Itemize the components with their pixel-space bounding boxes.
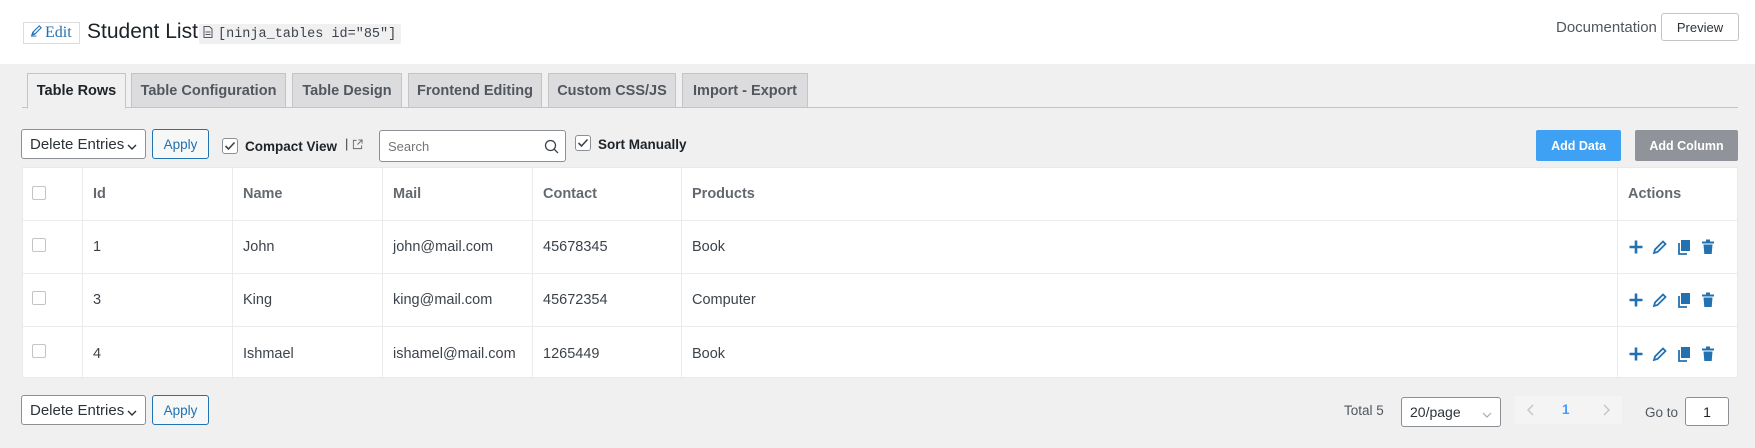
cell-contact: 45678345: [533, 221, 682, 273]
total-count: Total 5: [1344, 403, 1384, 418]
row-actions: [1628, 221, 1716, 273]
chevron-right-icon[interactable]: [1600, 403, 1612, 417]
row-checkbox[interactable]: [32, 344, 46, 358]
add-column-button[interactable]: Add Column: [1635, 130, 1738, 161]
page-size-select[interactable]: 20/page: [1401, 397, 1501, 427]
table-row: 4 Ishmael ishamel@mail.com 1265449 Book: [23, 327, 1737, 380]
footer-apply-button[interactable]: Apply: [152, 395, 209, 425]
copy-icon[interactable]: [1676, 292, 1692, 308]
tab-table-configuration[interactable]: Table Configuration: [131, 73, 286, 108]
cell-id: 3: [83, 274, 233, 326]
cell-contact: 1265449: [533, 327, 682, 380]
column-header-id[interactable]: Id: [83, 168, 233, 220]
copy-icon[interactable]: [1676, 346, 1692, 362]
search-placeholder: Search: [388, 138, 430, 154]
bulk-action-value: Delete Entries: [30, 135, 125, 153]
cell-name: Ishmael: [233, 327, 383, 380]
row-select-cell: [23, 221, 83, 273]
cell-products: Book: [682, 221, 1618, 273]
edit-label: Edit: [45, 24, 72, 41]
shortcode-text: [ninja_tables id="85"]: [218, 26, 397, 42]
table-header-row: Id Name Mail Contact Products Actions: [23, 168, 1737, 221]
cell-id: 4: [83, 327, 233, 380]
page-size-value: 20/page: [1410, 404, 1461, 420]
cell-mail: ishamel@mail.com: [383, 327, 533, 380]
cell-name: John: [233, 221, 383, 273]
sort-manually-label: Sort Manually: [598, 137, 687, 152]
document-icon: [203, 25, 213, 43]
cell-contact: 45672354: [533, 274, 682, 326]
trash-icon[interactable]: [1700, 292, 1716, 308]
plus-icon[interactable]: [1628, 239, 1644, 255]
tab-frontend-editing[interactable]: Frontend Editing: [408, 73, 542, 108]
select-all-checkbox[interactable]: [32, 186, 46, 200]
current-page[interactable]: 1: [1562, 402, 1570, 417]
pencil-icon[interactable]: [1652, 346, 1668, 362]
sort-manually-checkbox[interactable]: [575, 135, 591, 151]
tab-table-rows[interactable]: Table Rows: [27, 73, 126, 109]
chevron-left-icon[interactable]: [1525, 403, 1537, 417]
row-checkbox[interactable]: [32, 238, 46, 252]
pagination: 1: [1515, 396, 1622, 424]
pencil-icon[interactable]: [1652, 239, 1668, 255]
column-header-contact[interactable]: Contact: [533, 168, 682, 220]
row-select-cell: [23, 274, 83, 326]
cell-products: Book: [682, 327, 1618, 380]
column-header-mail[interactable]: Mail: [383, 168, 533, 220]
table-row: 1 John john@mail.com 45678345 Book: [23, 221, 1737, 274]
cell-mail: king@mail.com: [383, 274, 533, 326]
footer-bulk-action-value: Delete Entries: [30, 401, 125, 419]
row-actions: [1628, 274, 1716, 326]
documentation-link[interactable]: Documentation: [1556, 19, 1657, 36]
external-link-icon[interactable]: [352, 137, 363, 155]
chevron-down-icon: [127, 405, 137, 416]
row-checkbox[interactable]: [32, 291, 46, 305]
goto-label: Go to: [1645, 405, 1679, 420]
edit-title-button[interactable]: Edit: [23, 22, 80, 44]
select-all-cell: [23, 168, 83, 220]
bulk-action-select[interactable]: Delete Entries: [21, 129, 146, 159]
preview-button[interactable]: Preview: [1661, 13, 1739, 41]
table-row: 3 King king@mail.com 45672354 Computer: [23, 274, 1737, 327]
search-input[interactable]: Search: [379, 130, 566, 162]
tab-table-design[interactable]: Table Design: [292, 73, 402, 108]
copy-icon[interactable]: [1676, 239, 1692, 255]
compact-view-checkbox[interactable]: [222, 138, 238, 154]
column-header-name[interactable]: Name: [233, 168, 383, 220]
add-data-button[interactable]: Add Data: [1536, 130, 1621, 161]
shortcode-badge[interactable]: [ninja_tables id="85"]: [199, 24, 402, 44]
plus-icon[interactable]: [1628, 346, 1644, 362]
tab-custom-css-js[interactable]: Custom CSS/JS: [548, 73, 676, 108]
footer-bulk-action-select[interactable]: Delete Entries: [21, 395, 146, 425]
plus-icon[interactable]: [1628, 292, 1644, 308]
cell-products: Computer: [682, 274, 1618, 326]
pencil-icon: [30, 23, 43, 43]
trash-icon[interactable]: [1700, 239, 1716, 255]
page-title: Student List: [87, 20, 198, 43]
goto-page-input[interactable]: 1: [1685, 397, 1729, 426]
chevron-down-icon: [1482, 407, 1492, 418]
chevron-down-icon: [127, 139, 137, 150]
page-header: Edit Student List [ninja_tables id="85"]…: [0, 0, 1755, 64]
pencil-icon[interactable]: [1652, 292, 1668, 308]
compact-view-separator: |: [345, 136, 349, 151]
cell-mail: john@mail.com: [383, 221, 533, 273]
row-actions: [1628, 327, 1716, 380]
row-select-cell: [23, 327, 83, 380]
column-header-actions: Actions: [1628, 186, 1682, 202]
cell-name: King: [233, 274, 383, 326]
column-header-products[interactable]: Products: [682, 168, 1618, 220]
compact-view-label: Compact View: [245, 139, 338, 154]
data-table: Id Name Mail Contact Products Actions 1 …: [22, 167, 1738, 380]
cell-id: 1: [83, 221, 233, 273]
tab-import-export[interactable]: Import - Export: [682, 73, 808, 108]
apply-button[interactable]: Apply: [152, 129, 209, 159]
trash-icon[interactable]: [1700, 346, 1716, 362]
